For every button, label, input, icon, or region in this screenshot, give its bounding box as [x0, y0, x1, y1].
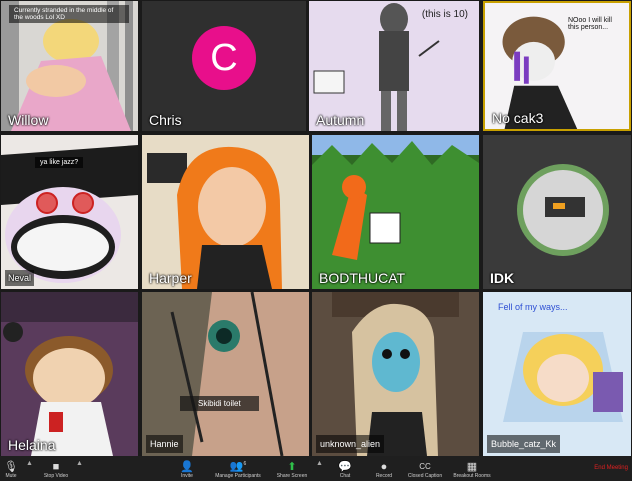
- stop-video-button[interactable]: ■ Stop Video: [38, 456, 74, 481]
- participant-name: Willow: [8, 112, 49, 128]
- mute-button[interactable]: 🎙 Mute: [0, 456, 22, 481]
- unknown-alien-video: [312, 292, 479, 456]
- participant-tile-neval[interactable]: ya like jazz? Neval: [1, 135, 138, 289]
- participant-tile-willow[interactable]: Currently stranded in the middle of the …: [1, 1, 138, 131]
- invite-button[interactable]: 👤 Invite: [176, 456, 198, 481]
- neval-caption: ya like jazz?: [35, 157, 84, 168]
- participant-tile-no-cak3[interactable]: NOoo I will kill this person... No cak3: [483, 1, 631, 131]
- bodthucat-video: [312, 135, 479, 289]
- no-cak3-annotation: NOoo I will kill this person...: [568, 17, 612, 31]
- share-options-caret[interactable]: ▲: [316, 460, 323, 467]
- meeting-toolbar: 🎙 Mute ▲ ■ Stop Video ▲ 👤 Invite 👥6 Mana…: [0, 456, 632, 481]
- participants-icon: 👥6: [229, 461, 247, 473]
- hannie-video: [142, 292, 309, 456]
- harper-video: [142, 135, 309, 289]
- record-button[interactable]: ● Record: [372, 456, 396, 481]
- manage-participants-button[interactable]: 👥6 Manage Participants: [208, 456, 268, 481]
- chat-icon: 💬: [338, 461, 352, 473]
- share-screen-button[interactable]: ⬆ Share Screen: [272, 456, 312, 481]
- chat-button[interactable]: 💬 Chat: [334, 456, 356, 481]
- participant-tile-chris[interactable]: C Chris: [142, 1, 306, 131]
- participant-name: Hannie: [146, 435, 183, 453]
- participant-name: Neval: [5, 270, 35, 286]
- participant-name: Autumn: [316, 112, 365, 128]
- participant-tile-idk[interactable]: IDK: [483, 135, 631, 289]
- record-icon: ●: [380, 461, 388, 473]
- bubble-catz-video: [483, 292, 631, 456]
- participant-tile-bubble-catz[interactable]: Fell of my ways... Bubble_catz_Kk: [483, 292, 631, 456]
- participant-name: Chris: [149, 112, 182, 128]
- participant-tile-harper[interactable]: Harper: [142, 135, 309, 289]
- participant-name: BODTHUCAT: [319, 270, 406, 286]
- willow-status-text: Currently stranded in the middle of the …: [9, 5, 129, 23]
- participant-name: Bubble_catz_Kk: [487, 435, 561, 453]
- participant-tile-bodthucat[interactable]: BODTHUCAT: [312, 135, 479, 289]
- participant-tile-helaina[interactable]: Helaina: [1, 292, 138, 456]
- share-screen-icon: ⬆: [287, 461, 297, 473]
- bubble-catz-annotation: Fell of my ways...: [498, 302, 568, 312]
- participant-name: No cak3: [492, 110, 544, 126]
- closed-caption-button[interactable]: CC Closed Caption: [404, 456, 446, 481]
- invite-icon: 👤: [180, 461, 194, 473]
- video-gallery: Currently stranded in the middle of the …: [0, 0, 632, 456]
- participant-name: unknown_alien: [316, 435, 385, 453]
- helaina-video: [1, 292, 138, 456]
- video-camera-icon: ■: [52, 461, 60, 473]
- idk-video: [483, 135, 631, 289]
- breakout-rooms-icon: ▦: [466, 461, 478, 473]
- closed-caption-icon: CC: [419, 462, 431, 471]
- video-options-caret[interactable]: ▲: [76, 460, 83, 467]
- breakout-rooms-button[interactable]: ▦ Breakout Rooms: [450, 456, 494, 481]
- participant-tile-hannie[interactable]: Skibidi toilet Hannie: [142, 292, 309, 456]
- participant-name: IDK: [490, 270, 515, 286]
- autumn-annotation: (this is 10): [421, 9, 468, 20]
- participant-name: Helaina: [8, 437, 56, 453]
- participant-name: Harper: [149, 270, 192, 286]
- hannie-caption: Skibidi toilet: [180, 396, 259, 411]
- end-meeting-button[interactable]: End Meeting: [594, 465, 628, 471]
- participant-tile-autumn[interactable]: (this is 10) Autumn: [309, 1, 479, 131]
- avatar: C: [192, 26, 256, 90]
- audio-options-caret[interactable]: ▲: [26, 460, 33, 467]
- participant-tile-unknown-alien[interactable]: unknown_alien: [312, 292, 479, 456]
- microphone-icon: 🎙: [4, 461, 18, 473]
